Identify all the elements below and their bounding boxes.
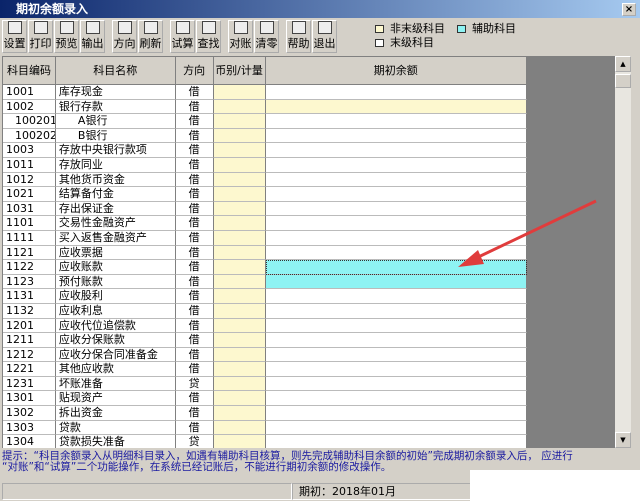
status-period: 期初：2018年01月 [292, 483, 472, 500]
status-panel [2, 483, 292, 500]
status-bar: 期初：2018年01月 [2, 483, 472, 500]
red-arrow-annotation [458, 199, 597, 267]
blank-area [470, 470, 640, 501]
